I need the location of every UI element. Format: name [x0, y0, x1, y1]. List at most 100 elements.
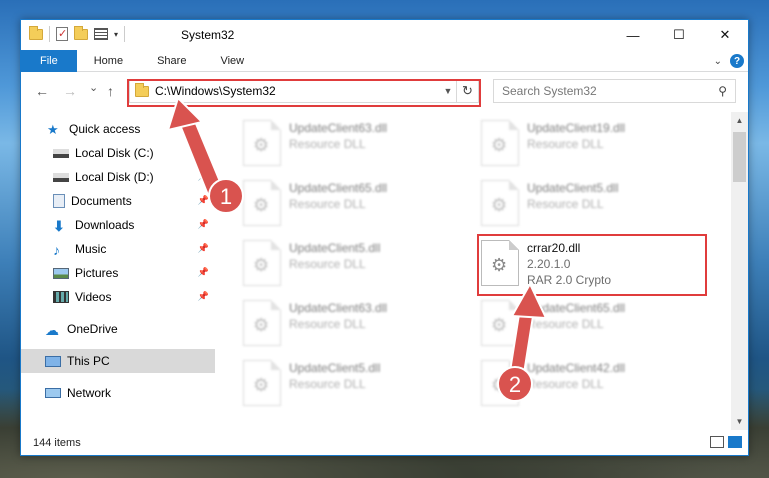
documents-icon: [53, 194, 65, 208]
sidebar-item-label: OneDrive: [67, 322, 118, 336]
drive-icon: [53, 172, 69, 182]
list-item[interactable]: ⚙ UpdateClient42.dll Resource DLL: [475, 358, 707, 410]
music-icon: ♪: [53, 242, 60, 258]
large-icons-view-icon[interactable]: [728, 436, 742, 448]
sidebar-item-network[interactable]: Network: [21, 381, 215, 405]
file-type: Resource DLL: [289, 257, 366, 271]
sidebar-item-label: Local Disk (D:): [75, 170, 154, 184]
file-type: Resource DLL: [289, 137, 366, 151]
list-item[interactable]: ⚙ UpdateClient63.dll Resource DLL: [237, 298, 469, 350]
sidebar-item-label: Downloads: [75, 218, 135, 232]
recent-locations-button[interactable]: ⌄: [89, 81, 98, 94]
pictures-icon: [53, 267, 69, 279]
sidebar-item-label: Pictures: [75, 266, 119, 280]
list-item[interactable]: ⚙ UpdateClient65.dll Resource DLL: [237, 178, 469, 230]
dll-file-icon: ⚙: [481, 120, 519, 166]
list-item[interactable]: ⚙ UpdateClient5.dll Resource DLL: [475, 178, 707, 230]
sidebar-item-onedrive[interactable]: ☁ OneDrive: [21, 317, 215, 341]
file-name: UpdateClient42.dll: [527, 361, 626, 375]
file-name: UpdateClient5.dll: [289, 241, 381, 255]
search-box[interactable]: Search System32 ⚲: [493, 79, 736, 103]
chevron-down-icon[interactable]: ▾: [114, 30, 118, 39]
navigation-pane: ★ Quick access Local Disk (C:) Local Dis…: [21, 112, 215, 430]
minimize-button[interactable]: —: [610, 20, 656, 50]
sidebar-item-local-disk-d[interactable]: Local Disk (D:) 📌: [21, 165, 215, 189]
forward-button[interactable]: →: [63, 83, 77, 99]
sidebar-item-pictures[interactable]: Pictures 📌: [21, 261, 215, 285]
tab-file[interactable]: File: [21, 50, 77, 72]
close-button[interactable]: ✕: [702, 20, 748, 50]
ribbon-tabs: File Home Share View: [21, 50, 748, 72]
vertical-scrollbar[interactable]: ▲ ▼: [731, 112, 748, 430]
up-button[interactable]: ↑: [107, 83, 114, 99]
list-item[interactable]: ⚙ UpdateClient5.dll Resource DLL: [237, 238, 469, 290]
list-item[interactable]: ⚙ UpdateClient19.dll Resource DLL: [475, 118, 707, 170]
window-title: System32: [181, 28, 235, 42]
list-item[interactable]: ⚙ UpdateClient65.dll Resource DLL: [475, 298, 707, 350]
drive-icon: [53, 148, 69, 158]
tab-view[interactable]: View: [203, 50, 261, 72]
dll-file-icon: ⚙: [243, 120, 281, 166]
sidebar-item-label: Network: [67, 386, 112, 400]
sidebar-item-label: Videos: [75, 290, 112, 304]
file-name: UpdateClient63.dll: [289, 301, 388, 315]
pin-icon: 📌: [197, 291, 209, 301]
divider: [124, 26, 126, 42]
sidebar-item-downloads[interactable]: ⬇ Downloads 📌: [21, 213, 215, 237]
scroll-down-icon[interactable]: ▼: [731, 413, 748, 430]
scroll-up-icon[interactable]: ▲: [731, 112, 748, 129]
details-view-icon[interactable]: [710, 436, 724, 448]
star-icon: ★: [47, 122, 59, 137]
list-item[interactable]: ⚙ UpdateClient63.dll Resource DLL: [237, 118, 469, 170]
file-explorer-window: ▾ System32 — ☐ ✕ File Home Share View ⌄ …: [20, 19, 749, 456]
file-type: Resource DLL: [527, 377, 604, 391]
search-icon[interactable]: ⚲: [718, 84, 727, 98]
sidebar-item-label: Quick access: [69, 122, 141, 136]
title-bar: ▾ System32 — ☐ ✕: [21, 20, 748, 50]
sidebar-item-label: This PC: [67, 354, 110, 368]
dll-file-icon: ⚙: [481, 180, 519, 226]
sidebar-item-local-disk-c[interactable]: Local Disk (C:): [21, 141, 215, 165]
pin-icon: 📌: [197, 219, 209, 229]
help-icon[interactable]: ?: [730, 54, 744, 68]
tab-share[interactable]: Share: [140, 50, 203, 72]
new-folder-icon[interactable]: [74, 25, 88, 40]
file-name: UpdateClient5.dll: [527, 181, 619, 195]
pin-icon: 📌: [197, 195, 209, 205]
sidebar-item-label: Music: [75, 242, 107, 256]
back-button[interactable]: ←: [35, 83, 49, 99]
file-name: UpdateClient19.dll: [527, 121, 626, 135]
cloud-icon: ☁: [45, 322, 59, 338]
file-type: Resource DLL: [289, 377, 366, 391]
maximize-button[interactable]: ☐: [656, 20, 702, 50]
sidebar-item-documents[interactable]: Documents 📌: [21, 189, 215, 213]
file-highlight: [477, 234, 707, 296]
dll-file-icon: ⚙: [243, 360, 281, 406]
pin-icon: 📌: [197, 267, 209, 277]
file-name: UpdateClient65.dll: [527, 301, 626, 315]
sidebar-item-quick-access[interactable]: ★ Quick access: [21, 117, 215, 141]
dll-file-icon: ⚙: [243, 240, 281, 286]
ribbon-right-controls: ⌄ ?: [714, 54, 744, 68]
sidebar-item-videos[interactable]: Videos 📌: [21, 285, 215, 309]
address-highlight: [127, 79, 481, 107]
folder-icon: [29, 25, 43, 40]
dll-file-icon: ⚙: [243, 300, 281, 346]
list-item[interactable]: ⚙ UpdateClient5.dll Resource DLL: [237, 358, 469, 410]
scrollbar-thumb[interactable]: [733, 132, 746, 182]
sidebar-item-this-pc[interactable]: This PC: [21, 349, 215, 373]
properties-icon[interactable]: [56, 27, 68, 41]
pin-icon: 📌: [197, 243, 209, 253]
sidebar-item-music[interactable]: ♪ Music 📌: [21, 237, 215, 261]
dll-file-icon: ⚙: [481, 300, 519, 346]
view-icon[interactable]: [94, 28, 108, 40]
network-icon: [45, 388, 61, 398]
expand-ribbon-icon[interactable]: ⌄: [714, 56, 722, 67]
search-input[interactable]: Search System32: [502, 84, 597, 98]
tab-home[interactable]: Home: [77, 50, 140, 72]
sidebar-item-label: Documents: [71, 194, 132, 208]
status-bar: 144 items: [21, 430, 748, 455]
file-type: Resource DLL: [527, 317, 604, 331]
downloads-icon: ⬇: [53, 218, 65, 234]
file-type: Resource DLL: [289, 317, 366, 331]
